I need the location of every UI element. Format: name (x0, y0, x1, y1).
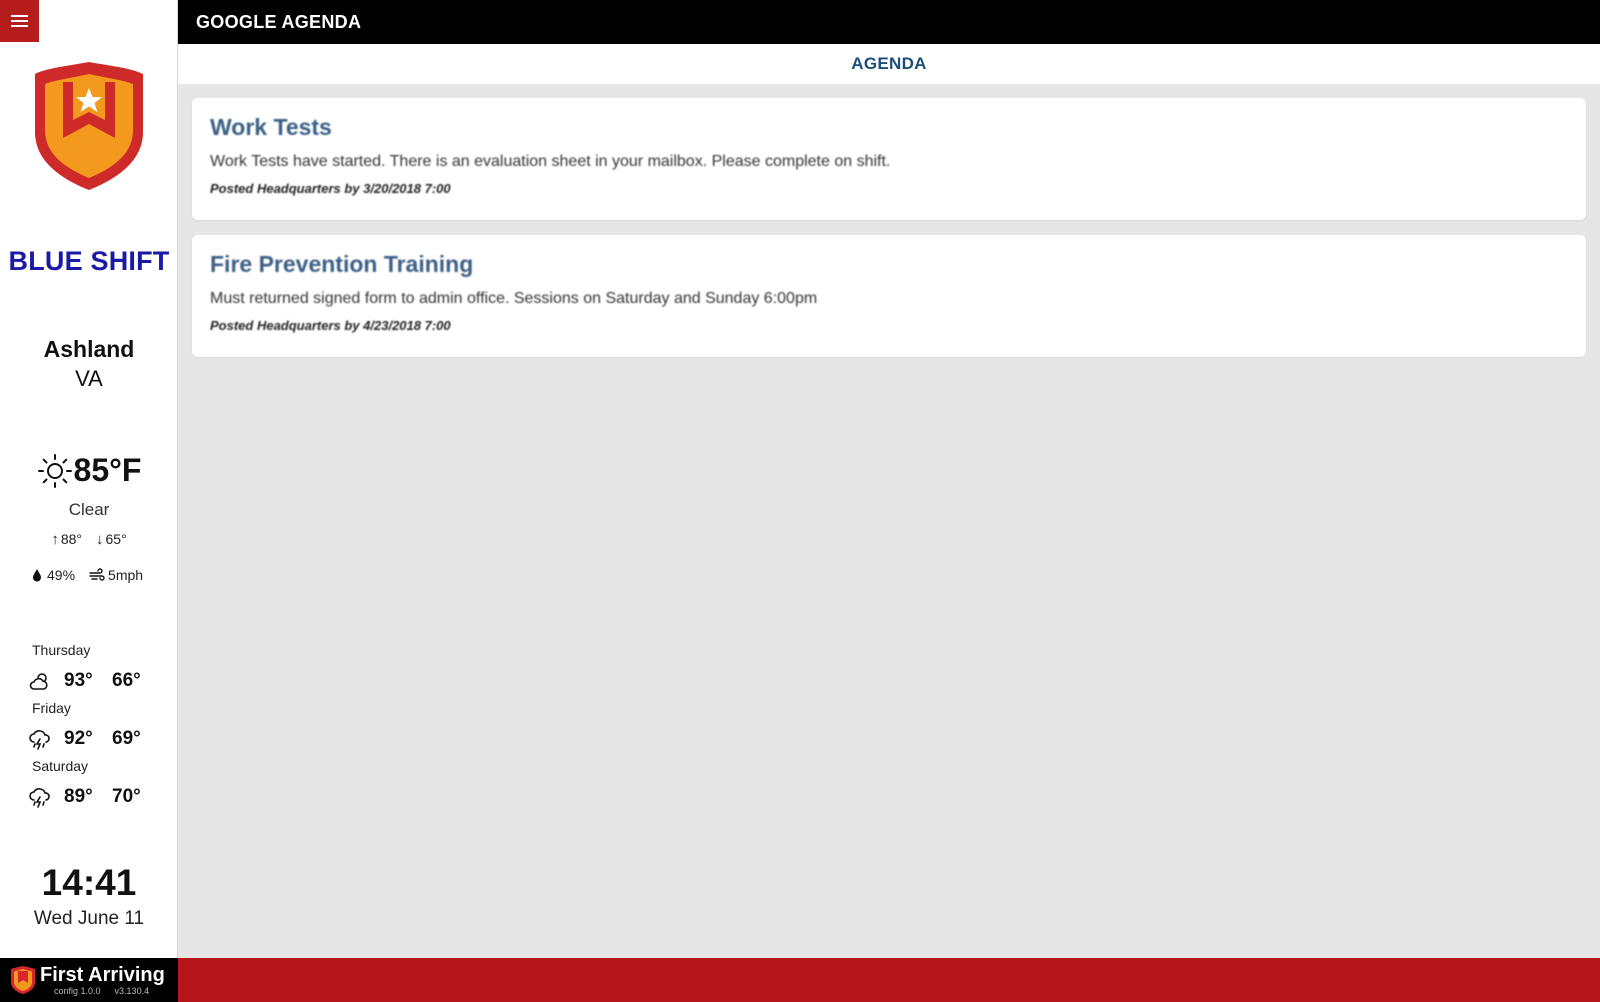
forecast-low: 69° (112, 728, 141, 749)
forecast: Thursday 93° 66° Friday 92° 69° Saturday (28, 642, 168, 816)
humidity-wind: 49% 5mph (30, 567, 170, 583)
weather-condition: Clear (68, 500, 110, 519)
agenda-title: Fire Prevention Training (210, 251, 474, 277)
high-temp: 88° (60, 531, 82, 547)
brand: First Arriving config 1.0.0 v3.130.4 (0, 958, 178, 1002)
sun-icon (37, 453, 72, 488)
agenda-card[interactable]: Fire Prevention Training Must returned s… (192, 235, 1586, 357)
first-arriving-logo-icon (11, 966, 35, 994)
wind-value: 5mph (108, 567, 144, 583)
arrow-down-icon: ↓ (96, 531, 104, 548)
forecast-low: 66° (112, 670, 141, 691)
thunderstorm-icon (29, 730, 50, 750)
thunderstorm-icon (29, 788, 50, 808)
agenda-list: Work Tests Work Tests have started. Ther… (192, 98, 1586, 372)
agenda-meta: Posted Headquarters by 3/20/2018 7:00 (210, 181, 451, 196)
forecast-day: Thursday (32, 642, 91, 658)
agenda-title: Work Tests (210, 114, 332, 140)
forecast-high: 92° (64, 728, 93, 749)
forecast-low: 70° (112, 786, 141, 807)
forecast-row: 93° 66° (28, 662, 168, 700)
clock-date: Wed June 11 (33, 908, 145, 929)
droplet-icon (33, 569, 41, 582)
high-low: ↑ 88° ↓ 65° (0, 531, 178, 548)
hamburger-icon (11, 12, 28, 30)
forecast-row: 89° 70° (28, 778, 168, 816)
title-bar: GOOGLE AGENDA (178, 0, 1600, 44)
arrow-up-icon: ↑ (51, 531, 59, 548)
forecast-high: 93° (64, 670, 93, 691)
clock-time: 14:41 (41, 862, 137, 903)
footer-bar: First Arriving config 1.0.0 v3.130.4 (0, 958, 1600, 1002)
menu-button[interactable] (0, 0, 39, 42)
partly-cloudy-icon (29, 673, 48, 690)
current-weather: 85°F (0, 452, 178, 489)
agenda-body: Work Tests have started. There is an eva… (210, 153, 891, 170)
shift-name: BLUE SHIFT (8, 246, 170, 276)
department-shield-logo (35, 62, 143, 190)
brand-name: First Arriving (40, 963, 165, 986)
agenda-meta: Posted Headquarters by 4/23/2018 7:00 (210, 318, 451, 333)
page-title: GOOGLE AGENDA (196, 11, 362, 32)
location-state: VA (75, 366, 103, 391)
agenda-card[interactable]: Work Tests Work Tests have started. Ther… (192, 98, 1586, 220)
low-temp: 65° (105, 531, 127, 547)
config-version: config 1.0.0 (54, 985, 101, 996)
forecast-day: Friday (32, 700, 71, 716)
current-temperature: 85°F (73, 452, 142, 488)
forecast-row: 92° 69° (28, 720, 168, 758)
forecast-day: Saturday (32, 758, 89, 774)
humidity-value: 49% (47, 567, 76, 583)
section-header: AGENDA (178, 44, 1600, 84)
agenda-body: Must returned signed form to admin offic… (210, 290, 818, 307)
forecast-high: 89° (64, 786, 93, 807)
section-title: AGENDA (851, 54, 927, 73)
app-version: v3.130.4 (114, 985, 150, 996)
sidebar: BLUE SHIFT Ashland VA 85°F Clear ↑ 88° ↓ 6… (0, 0, 178, 958)
location-city: Ashland (43, 336, 135, 362)
wind-icon (89, 568, 105, 581)
